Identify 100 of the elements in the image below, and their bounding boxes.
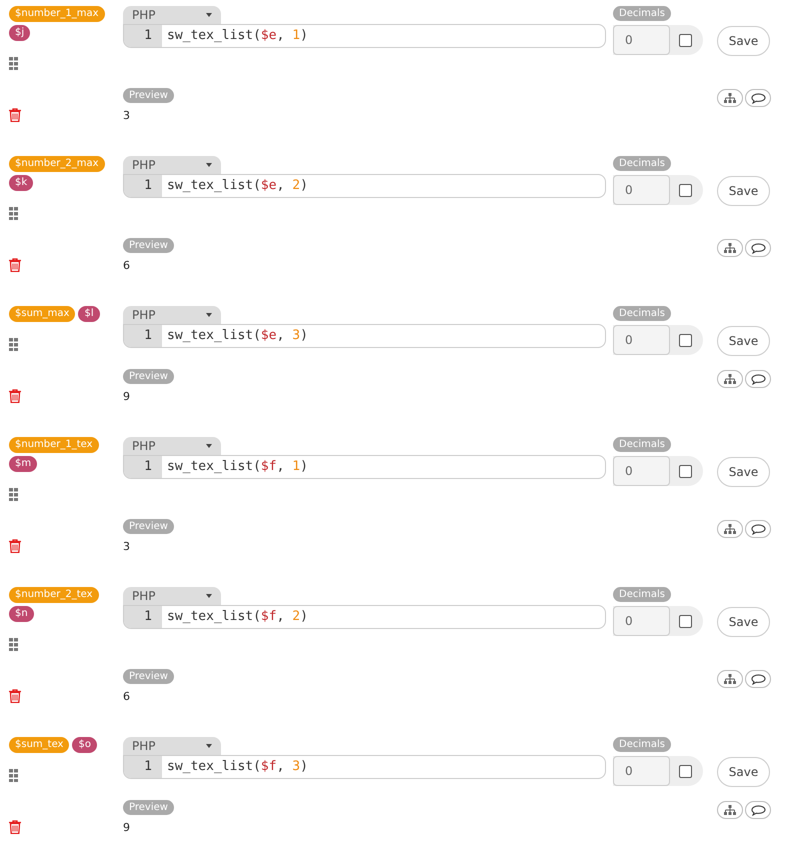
language-select[interactable]: PHP [123,587,221,605]
name-tag: $sum_max [9,306,76,322]
variable-tag: $l [78,306,100,322]
drag-handle-icon[interactable] [9,638,18,651]
preview-result: 3 [123,541,130,553]
trash-icon[interactable] [9,108,21,122]
trash-icon[interactable] [9,258,21,272]
hierarchy-button[interactable] [717,801,743,819]
variable-tag: $o [72,737,97,753]
preview-result: 6 [123,691,130,703]
comment-button[interactable] [745,670,771,688]
hierarchy-button[interactable] [717,520,743,538]
trash-icon[interactable] [9,389,21,403]
drag-handle-icon[interactable] [9,57,18,70]
code-editor[interactable]: 1 sw_tex_list($e, 1) [123,24,606,48]
language-select[interactable]: PHP [123,6,221,24]
save-button[interactable]: Save [717,176,770,206]
preview-result: 9 [123,391,130,403]
language-select[interactable]: PHP [123,306,221,324]
name-tag: $number_2_tex [9,587,99,603]
code-editor[interactable]: 1 sw_tex_list($e, 3) [123,324,606,348]
preview-label: Preview [123,800,174,815]
preview-label: Preview [123,669,174,684]
hierarchy-icon [724,674,736,684]
hierarchy-button[interactable] [717,370,743,388]
speech-bubble-icon [750,92,766,104]
speech-bubble-icon [750,242,766,254]
hierarchy-icon [724,93,736,103]
checkbox[interactable] [679,614,692,628]
checkbox[interactable] [679,184,692,196]
language-select[interactable]: PHP [123,737,221,755]
variable-tag: $j [9,25,30,41]
decimals-label: Decimals [613,6,671,21]
checkbox[interactable] [679,764,692,778]
save-button[interactable]: Save [717,757,770,787]
code-editor[interactable]: 1 sw_tex_list($f, 2) [123,605,606,629]
speech-bubble-icon [750,524,766,534]
name-tag: $sum_tex [9,737,70,753]
decimals-label: Decimals [613,306,671,321]
decimals-input[interactable]: 0 [613,175,670,205]
decimals-label: Decimals [613,437,671,452]
decimals-input[interactable]: 0 [613,325,670,355]
hierarchy-button[interactable] [717,239,743,257]
hierarchy-button[interactable] [717,89,743,107]
checkbox[interactable] [679,34,692,46]
drag-handle-icon[interactable] [9,207,18,220]
decimals-input[interactable]: 0 [613,25,670,55]
hierarchy-button[interactable] [717,670,743,688]
caret-icon [206,13,212,17]
decimals-label: Decimals [613,587,671,602]
checkbox[interactable] [679,464,692,478]
trash-icon[interactable] [9,539,21,553]
save-button[interactable]: Save [717,326,770,356]
caret-icon [206,444,212,448]
comment-button[interactable] [745,89,771,107]
decimals-input[interactable]: 0 [613,456,670,486]
hierarchy-icon [724,805,736,815]
caret-icon [206,594,212,598]
drag-handle-icon[interactable] [9,769,18,782]
drag-handle-icon[interactable] [9,338,18,351]
hierarchy-icon [724,374,736,384]
save-button[interactable]: Save [717,607,770,637]
trash-icon[interactable] [9,689,21,703]
decimals-label: Decimals [613,156,671,171]
decimals-label: Decimals [613,737,671,752]
variable-tag: $n [9,606,34,622]
preview-label: Preview [123,238,174,253]
name-tag: $number_1_max [9,6,105,22]
preview-result: 3 [123,110,130,122]
comment-button[interactable] [745,370,771,388]
comment-button[interactable] [745,520,771,538]
caret-icon [206,313,212,317]
preview-result: 9 [123,822,130,834]
decimals-input[interactable]: 0 [613,606,670,636]
caret-icon [206,744,212,748]
comment-button[interactable] [745,239,771,257]
caret-icon [206,163,212,167]
comment-button[interactable] [745,801,771,819]
checkbox[interactable] [679,334,692,346]
language-select[interactable]: PHP [123,437,221,455]
code-editor[interactable]: 1 sw_tex_list($e, 2) [123,174,606,198]
preview-label: Preview [123,369,174,384]
drag-handle-icon[interactable] [9,488,18,501]
code-editor[interactable]: 1 sw_tex_list($f, 3) [123,755,606,779]
hierarchy-icon [724,524,736,534]
language-select[interactable]: PHP [123,156,221,174]
save-button[interactable]: Save [717,457,770,487]
variable-tag: $m [9,456,38,472]
preview-label: Preview [123,88,174,103]
speech-bubble-icon [750,374,766,384]
preview-label: Preview [123,519,174,534]
trash-icon[interactable] [9,820,21,834]
code-editor[interactable]: 1 sw_tex_list($f, 1) [123,455,606,479]
hierarchy-icon [724,243,736,253]
decimals-input[interactable]: 0 [613,756,670,786]
variable-tag: $k [9,175,34,191]
name-tag: $number_2_max [9,156,105,172]
save-button[interactable]: Save [717,26,770,56]
name-tag: $number_1_tex [9,437,99,453]
speech-bubble-icon [750,674,766,684]
